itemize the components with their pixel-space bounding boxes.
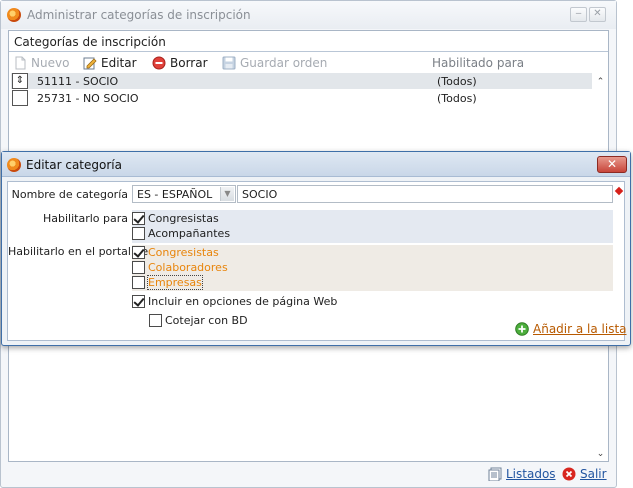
checkbox-label: Congresistas: [148, 212, 219, 225]
checkbox-label: Cotejar con BD: [165, 314, 248, 327]
close-window-button[interactable]: ✕: [589, 7, 606, 22]
checkbox-unchecked-icon: [149, 314, 162, 327]
table-row[interactable]: ⇕ 51111 - SOCIO (Todos): [11, 73, 592, 89]
match-bd-checkbox[interactable]: Cotejar con BD: [149, 314, 248, 327]
close-dialog-button[interactable]: ✕: [597, 156, 627, 173]
app-logo-icon: [7, 8, 21, 22]
checkbox-checked-icon: [132, 295, 145, 308]
edit-category-dialog: Editar categoría ✕ Nombre de categoría E…: [1, 151, 631, 346]
checkbox-label: Acompañantes: [148, 227, 231, 240]
row-enabled-for: (Todos): [437, 74, 477, 88]
window-titlebar: Administrar categorías de inscripción ‒ …: [1, 1, 616, 29]
exit-button[interactable]: Salir: [562, 467, 607, 481]
drag-handle-icon[interactable]: [12, 90, 28, 106]
checkbox-label: Empresas: [147, 275, 203, 290]
enable-for-label: Habilitarlo para: [42, 212, 128, 225]
row-code: 51111 - SOCIO: [37, 74, 119, 88]
new-document-icon: [13, 56, 27, 70]
listings-button[interactable]: Listados: [488, 467, 556, 482]
portal-empresas-checkbox[interactable]: Empresas: [132, 275, 203, 290]
chevron-down-icon: ▼: [220, 187, 234, 201]
exit-icon: [562, 467, 576, 481]
portal-label: Habilitarlo en el portal de: [8, 245, 149, 258]
edit-button[interactable]: Editar: [83, 56, 137, 70]
scroll-down-icon[interactable]: ⌄: [593, 447, 608, 461]
new-button[interactable]: Nuevo: [13, 56, 69, 70]
language-select[interactable]: ES - ESPAÑOL ▼: [132, 185, 236, 203]
add-to-list-label: Añadir a la lista: [533, 322, 627, 336]
dialog-titlebar: Editar categoría ✕: [2, 152, 630, 177]
drag-handle-icon[interactable]: ⇕: [12, 73, 28, 89]
checkbox-checked-icon: [132, 246, 145, 259]
add-to-list-button[interactable]: Añadir a la lista: [515, 322, 627, 336]
delete-label: Borrar: [170, 56, 208, 70]
category-name-label: Nombre de categoría: [11, 188, 128, 201]
checkbox-label: Congresistas: [148, 246, 219, 259]
checkbox-checked-icon: [132, 212, 145, 225]
checkbox-unchecked-icon: [132, 227, 145, 240]
dialog-form: Nombre de categoría ES - ESPAÑOL ▼ SOCIO…: [7, 181, 627, 341]
scroll-up-icon[interactable]: ⌃: [593, 75, 608, 89]
category-name-input[interactable]: SOCIO: [237, 185, 613, 203]
checkbox-label: Colaboradores: [148, 261, 228, 274]
window-footer: Listados Salir: [1, 463, 616, 487]
portal-colaboradores-checkbox[interactable]: Colaboradores: [132, 261, 228, 274]
row-enabled-for: (Todos): [437, 91, 477, 105]
app-logo-icon: [7, 158, 21, 172]
new-label: Nuevo: [31, 56, 70, 70]
include-web-checkbox[interactable]: Incluir en opciones de página Web: [132, 295, 337, 308]
enable-for-acompanantes-checkbox[interactable]: Acompañantes: [132, 227, 230, 240]
window-title: Administrar categorías de inscripción: [27, 8, 251, 22]
listings-label: Listados: [506, 467, 556, 481]
portal-congresistas-checkbox[interactable]: Congresistas: [132, 246, 219, 259]
table-row[interactable]: 25731 - NO SOCIO (Todos): [11, 90, 592, 106]
required-marker-icon: [614, 186, 624, 196]
checkbox-unchecked-icon: [132, 276, 145, 289]
delete-button[interactable]: Borrar: [152, 56, 208, 70]
delete-icon: [152, 56, 166, 70]
category-name-value: SOCIO: [242, 187, 278, 201]
add-plus-icon: [515, 322, 529, 336]
dialog-title: Editar categoría: [26, 158, 122, 172]
panel-divider: [9, 51, 608, 52]
save-order-button[interactable]: Guardar orden: [222, 56, 327, 70]
column-header-enabled-for: Habilitado para: [432, 56, 525, 70]
save-disk-icon: [222, 56, 236, 70]
checkbox-label: Incluir en opciones de página Web: [148, 295, 338, 308]
minimize-button[interactable]: ‒: [570, 7, 587, 22]
save-order-label: Guardar orden: [240, 56, 328, 70]
row-code: 25731 - NO SOCIO: [37, 91, 139, 105]
edit-label: Editar: [101, 56, 137, 70]
listings-icon: [488, 467, 502, 482]
edit-icon: [83, 56, 97, 70]
checkbox-unchecked-icon: [132, 261, 145, 274]
language-value: ES - ESPAÑOL: [137, 187, 213, 201]
panel-title: Categorías de inscripción: [14, 35, 166, 49]
enable-for-congresistas-checkbox[interactable]: Congresistas: [132, 212, 219, 225]
exit-label: Salir: [580, 467, 607, 481]
